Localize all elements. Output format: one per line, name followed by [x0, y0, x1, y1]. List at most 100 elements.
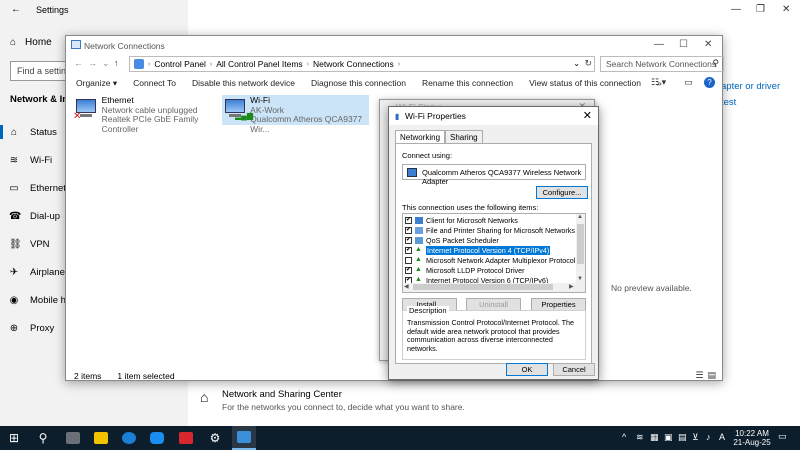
ok-button[interactable]: OK — [506, 363, 548, 376]
network-adapter-icon — [407, 168, 417, 177]
tiles-view-icon[interactable]: ▤ — [707, 370, 716, 381]
maximize-icon[interactable]: ☐ — [679, 39, 688, 50]
link-test[interactable]: test — [721, 97, 736, 108]
vertical-scrollbar[interactable]: ▲ ▼ — [576, 214, 585, 284]
volume-icon[interactable]: ♪ — [706, 432, 711, 442]
back-arrow-icon[interactable]: ← — [11, 4, 21, 15]
language-icon[interactable]: A — [719, 432, 725, 442]
preview-pane-text: No preview available. — [611, 283, 692, 293]
link-adapter-driver[interactable]: apter or driver — [721, 81, 780, 92]
wps-office-icon[interactable] — [175, 426, 197, 450]
adapter-ethernet[interactable]: ✕ Ethernet Network cable unplugged Realt… — [73, 95, 224, 133]
item-checkbox[interactable] — [405, 226, 412, 234]
home-label: Home — [25, 37, 52, 48]
system-clock[interactable]: 10:22 AM 21-Aug-25 — [730, 429, 774, 447]
view-status-button[interactable]: View status of this connection — [521, 78, 649, 88]
nav-proxy[interactable]: ⊕ Proxy — [9, 323, 55, 334]
diagnose-button[interactable]: Diagnose this connection — [303, 78, 414, 88]
minimize-icon[interactable]: — — [731, 4, 741, 15]
nav-dialup[interactable]: ☎ Dial-up — [9, 211, 60, 222]
list-item[interactable]: ▲ Microsoft Network Adapter Multiplexor … — [405, 255, 575, 265]
item-checkbox[interactable] — [405, 236, 412, 244]
close-icon[interactable]: ✕ — [782, 4, 790, 15]
file-explorer-icon[interactable] — [90, 426, 112, 450]
zalo-icon[interactable] — [146, 426, 168, 450]
wifi-tray-icon[interactable]: ≋ — [636, 432, 644, 443]
configure-button[interactable]: Configure... — [536, 186, 588, 199]
scroll-thumb[interactable] — [413, 284, 553, 290]
crumb-all-items[interactable]: All Control Panel Items — [216, 59, 302, 69]
refresh-icon[interactable]: ↻ — [584, 58, 592, 69]
adapter-wifi[interactable]: ▂▄▆ Wi-Fi AK-Work Qualcomm Atheros QCA93… — [222, 95, 369, 133]
crumb-control-panel[interactable]: Control Panel — [154, 59, 206, 69]
wifi-properties-icon: ▮ — [395, 112, 400, 121]
list-item[interactable]: ▲ Internet Protocol Version 4 (TCP/IPv4) — [405, 245, 551, 255]
notifications-icon[interactable]: ▭ — [778, 431, 787, 442]
control-panel-icon — [71, 40, 81, 49]
connect-using-label: Connect using: — [402, 151, 453, 160]
scroll-up-icon[interactable]: ▲ — [577, 214, 583, 220]
close-icon[interactable]: ✕ — [583, 109, 592, 122]
breadcrumb[interactable]: › Control Panel › All Control Panel Item… — [129, 56, 595, 72]
preview-pane-icon[interactable]: ▭ — [684, 77, 693, 88]
list-item[interactable]: File and Printer Sharing for Microsoft N… — [405, 225, 575, 235]
connect-to-button[interactable]: Connect To — [125, 78, 184, 88]
disable-device-button[interactable]: Disable this network device — [184, 78, 303, 88]
search-input[interactable]: Search Network Connections ⚲ — [600, 56, 724, 72]
scroll-right-icon[interactable]: ▶ — [569, 283, 574, 290]
item-checkbox[interactable] — [405, 246, 412, 254]
tab-sharing[interactable]: Sharing — [445, 130, 483, 143]
edge-browser-icon[interactable] — [118, 426, 140, 450]
nav-vpn[interactable]: ⛓ VPN — [9, 239, 50, 250]
tray-app-icon[interactable]: ▦ — [650, 432, 659, 443]
nav-status[interactable]: ⌂ Status — [0, 125, 57, 139]
settings-gear-icon[interactable]: ⚙ — [204, 426, 226, 450]
related-title[interactable]: Network and Sharing Center — [222, 389, 342, 400]
scroll-left-icon[interactable]: ◀ — [404, 283, 409, 290]
close-icon[interactable]: ✕ — [704, 39, 712, 50]
item-checkbox[interactable] — [405, 216, 412, 224]
item-count: 2 items — [74, 371, 102, 381]
protocol-icon: ▲ — [415, 266, 422, 273]
recent-chevron-icon[interactable]: ⌄ — [102, 58, 110, 69]
control-panel-taskbar-icon[interactable] — [232, 426, 256, 450]
chevron-down-icon[interactable]: ⌄ — [573, 59, 580, 68]
details-view-icon[interactable]: ☰ — [695, 370, 703, 381]
organize-button[interactable]: Organize ▾ — [66, 78, 125, 89]
scroll-thumb[interactable] — [577, 224, 584, 264]
up-arrow-icon[interactable]: ↑ — [114, 58, 119, 68]
rename-button[interactable]: Rename this connection — [414, 78, 521, 88]
task-view-icon[interactable] — [62, 426, 84, 450]
tab-networking[interactable]: Networking — [395, 130, 446, 144]
forward-arrow-icon[interactable]: → — [88, 58, 97, 68]
components-list[interactable]: Client for Microsoft Networks File and P… — [402, 213, 586, 293]
ethernet-adapter-icon: ✕ — [73, 99, 96, 122]
control-panel-icon — [134, 59, 144, 69]
tray-app-icon[interactable]: ▤ — [678, 432, 687, 443]
related-subtitle: For the networks you connect to, decide … — [222, 402, 465, 412]
settings-home[interactable]: ⌂ Home — [10, 37, 52, 48]
adapter-device: Qualcomm Atheros QCA9377 Wir... — [250, 114, 363, 134]
tray-app-icon[interactable]: ⊻ — [692, 432, 699, 443]
crumb-network-connections[interactable]: Network Connections — [313, 59, 394, 69]
search-icon[interactable]: ⚲ — [32, 426, 54, 450]
minimize-icon[interactable]: — — [654, 39, 664, 50]
list-item[interactable]: QoS Packet Scheduler — [405, 235, 499, 245]
list-item[interactable]: Client for Microsoft Networks — [405, 215, 518, 225]
list-item[interactable]: ▲ Microsoft LLDP Protocol Driver — [405, 265, 525, 275]
back-arrow-icon[interactable]: ← — [74, 58, 83, 68]
nav-wifi[interactable]: ≋ Wi-Fi — [9, 155, 52, 166]
cancel-button[interactable]: Cancel — [553, 363, 595, 376]
horizontal-scrollbar[interactable]: ◀ ▶ — [403, 283, 585, 292]
help-icon[interactable]: ? — [704, 77, 715, 88]
tray-app-icon[interactable]: ▣ — [664, 432, 673, 443]
maximize-icon[interactable]: ❐ — [756, 4, 765, 15]
item-checkbox[interactable] — [405, 256, 412, 264]
item-checkbox[interactable] — [405, 266, 412, 274]
start-windows-icon[interactable]: ⊞ — [4, 426, 24, 450]
dialog-title: Wi-Fi Properties — [405, 111, 466, 121]
view-options-icon[interactable]: ☷ ▾ — [651, 77, 666, 88]
scroll-down-icon[interactable]: ▼ — [577, 276, 583, 282]
chevron-up-icon[interactable]: ^ — [622, 432, 626, 442]
nav-ethernet[interactable]: ▭ Ethernet — [9, 183, 66, 194]
